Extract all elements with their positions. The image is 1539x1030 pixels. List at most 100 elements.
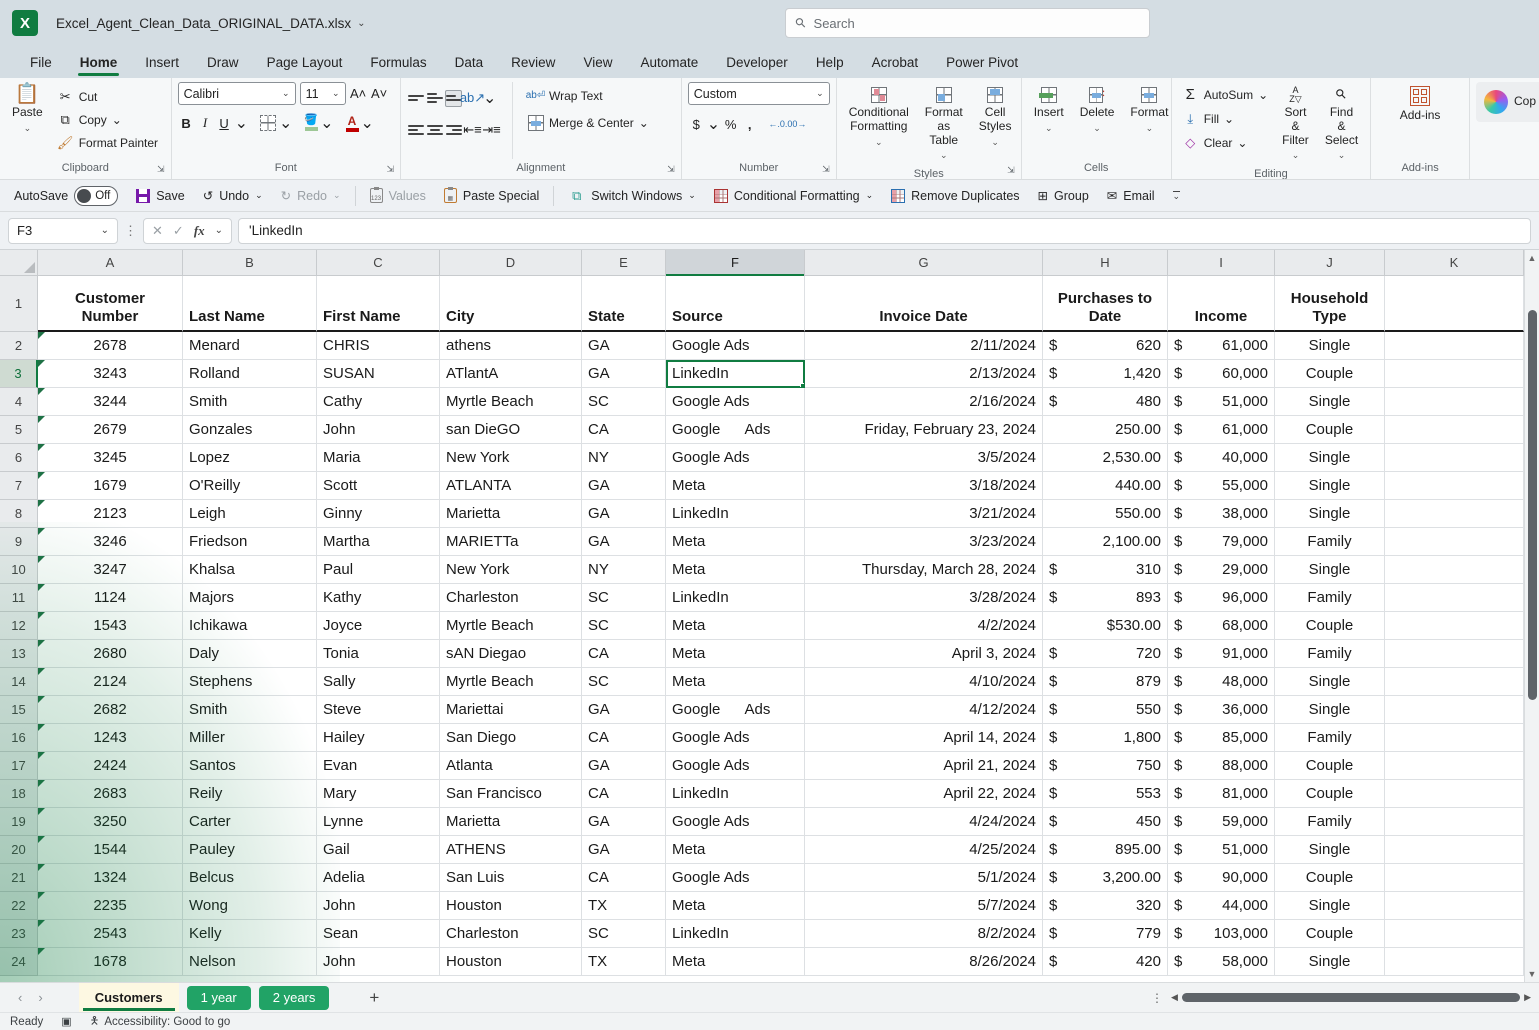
cell-G21[interactable]: 5/1/2024 (805, 864, 1043, 892)
ribbon-tab-power-pivot[interactable]: Power Pivot (934, 49, 1030, 78)
chevron-down-icon[interactable]: ⌄ (320, 113, 333, 133)
ribbon-tab-view[interactable]: View (571, 49, 624, 78)
cell-A15[interactable]: 2682 (38, 696, 183, 724)
cell-I8[interactable]: $38,000 (1168, 500, 1275, 528)
cell-H8[interactable]: 550.00 (1043, 500, 1168, 528)
cell-H4[interactable]: $480 (1043, 388, 1168, 416)
row-header-12[interactable]: 12 (0, 612, 38, 640)
cell-H21[interactable]: $3,200.00 (1043, 864, 1168, 892)
ribbon-tab-data[interactable]: Data (443, 49, 496, 78)
cell-A2[interactable]: 2678 (38, 332, 183, 360)
column-header-F[interactable]: F (666, 250, 805, 275)
column-header-D[interactable]: D (440, 250, 582, 275)
cell-C14[interactable]: Sally (317, 668, 440, 696)
cell-H1[interactable]: Purchases to Date (1043, 276, 1168, 332)
cell-K6[interactable] (1385, 444, 1524, 472)
cell-E20[interactable]: GA (582, 836, 666, 864)
cell-A13[interactable]: 2680 (38, 640, 183, 668)
dialog-launcher-icon[interactable]: ⇲ (667, 164, 675, 175)
cell-K2[interactable] (1385, 332, 1524, 360)
cell-G18[interactable]: April 22, 2024 (805, 780, 1043, 808)
undo-button[interactable]: ↺Undo⌄ (199, 185, 267, 206)
column-header-H[interactable]: H (1043, 250, 1168, 275)
cell-J16[interactable]: Family (1275, 724, 1385, 752)
horizontal-scrollbar[interactable]: ◀ ▶ (1171, 991, 1531, 1005)
cell-C21[interactable]: Adelia (317, 864, 440, 892)
orientation-button[interactable]: ab↗ (464, 90, 481, 107)
cell-G12[interactable]: 4/2/2024 (805, 612, 1043, 640)
cell-D21[interactable]: San Luis (440, 864, 582, 892)
row-header-5[interactable]: 5 (0, 416, 38, 444)
cell-K21[interactable] (1385, 864, 1524, 892)
insert-function-button[interactable]: fx (194, 223, 205, 239)
cell-I22[interactable]: $44,000 (1168, 892, 1275, 920)
cell-B6[interactable]: Lopez (183, 444, 317, 472)
chevron-down-icon[interactable]: ⌄ (279, 113, 292, 133)
formula-input[interactable]: 'LinkedIn (238, 218, 1531, 244)
cell-B16[interactable]: Miller (183, 724, 317, 752)
cell-J1[interactable]: Household Type (1275, 276, 1385, 332)
cell-A24[interactable]: 1678 (38, 948, 183, 976)
chevron-down-icon[interactable]: ⌄ (707, 114, 720, 134)
cell-C9[interactable]: Martha (317, 528, 440, 556)
format-cells-button[interactable]: Format⌄ (1124, 82, 1174, 137)
cell-E16[interactable]: CA (582, 724, 666, 752)
dialog-launcher-icon[interactable]: ⇲ (1007, 165, 1015, 176)
accessibility-status[interactable]: 🯅 Accessibility: Good to go (90, 1012, 231, 1030)
cell-K14[interactable] (1385, 668, 1524, 696)
cell-C24[interactable]: John (317, 948, 440, 976)
dialog-launcher-icon[interactable]: ⇲ (386, 164, 394, 175)
cell-B23[interactable]: Kelly (183, 920, 317, 948)
cell-K9[interactable] (1385, 528, 1524, 556)
row-header-19[interactable]: 19 (0, 808, 38, 836)
cell-A9[interactable]: 3246 (38, 528, 183, 556)
cell-I10[interactable]: $29,000 (1168, 556, 1275, 584)
cell-I20[interactable]: $51,000 (1168, 836, 1275, 864)
cell-G14[interactable]: 4/10/2024 (805, 668, 1043, 696)
cancel-entry-button[interactable]: ✕ (152, 223, 163, 239)
ribbon-tab-page-layout[interactable]: Page Layout (255, 49, 355, 78)
cell-G16[interactable]: April 14, 2024 (805, 724, 1043, 752)
cell-J2[interactable]: Single (1275, 332, 1385, 360)
cell-K22[interactable] (1385, 892, 1524, 920)
cell-E7[interactable]: GA (582, 472, 666, 500)
column-header-B[interactable]: B (183, 250, 317, 275)
cell-E5[interactable]: CA (582, 416, 666, 444)
cell-I1[interactable]: Income (1168, 276, 1275, 332)
macro-record-icon[interactable]: ▣ (61, 1015, 71, 1028)
search-input[interactable]: ⚲ Search (785, 8, 1150, 38)
cell-D12[interactable]: Myrtle Beach (440, 612, 582, 640)
row-header-24[interactable]: 24 (0, 948, 38, 976)
sort-filter-button[interactable]: AZ▽Sort & Filter⌄ (1276, 82, 1315, 165)
cell-I14[interactable]: $48,000 (1168, 668, 1275, 696)
cell-K20[interactable] (1385, 836, 1524, 864)
cell-E21[interactable]: CA (582, 864, 666, 892)
cell-G15[interactable]: 4/12/2024 (805, 696, 1043, 724)
cell-E9[interactable]: GA (582, 528, 666, 556)
cell-H15[interactable]: $550 (1043, 696, 1168, 724)
scroll-left-icon[interactable]: ◀ (1171, 992, 1178, 1003)
cell-E14[interactable]: SC (582, 668, 666, 696)
merge-center-button[interactable]: Merge & Center⌄ (523, 112, 653, 133)
row-header-17[interactable]: 17 (0, 752, 38, 780)
cell-D19[interactable]: Marietta (440, 808, 582, 836)
fill-button[interactable]: ⤓Fill⌄ (1178, 108, 1272, 129)
cell-F9[interactable]: Meta (666, 528, 805, 556)
row-header-20[interactable]: 20 (0, 836, 38, 864)
cell-B12[interactable]: Ichikawa (183, 612, 317, 640)
cell-D14[interactable]: Myrtle Beach (440, 668, 582, 696)
cell-I19[interactable]: $59,000 (1168, 808, 1275, 836)
chevron-down-icon[interactable]: ⌄ (483, 88, 496, 108)
cell-F20[interactable]: Meta (666, 836, 805, 864)
clear-button[interactable]: ◇Clear⌄ (1178, 132, 1272, 153)
cell-J7[interactable]: Single (1275, 472, 1385, 500)
cell-C10[interactable]: Paul (317, 556, 440, 584)
cell-I18[interactable]: $81,000 (1168, 780, 1275, 808)
dialog-launcher-icon[interactable]: ⇲ (157, 164, 165, 175)
cell-D6[interactable]: New York (440, 444, 582, 472)
cell-B24[interactable]: Nelson (183, 948, 317, 976)
cell-K15[interactable] (1385, 696, 1524, 724)
cell-D17[interactable]: Atlanta (440, 752, 582, 780)
cell-J3[interactable]: Couple (1275, 360, 1385, 388)
column-header-G[interactable]: G (805, 250, 1043, 275)
